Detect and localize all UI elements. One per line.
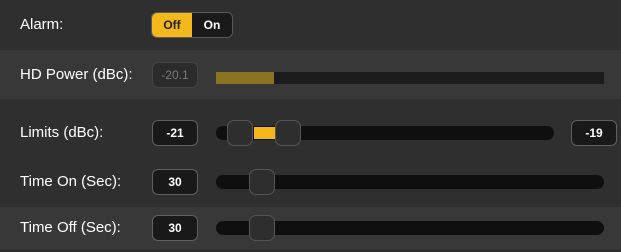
time-off-input[interactable]: 30 [152,215,198,241]
hd-power-alarm-panel: Alarm: Off On HD Power (dBc): -20.1 Limi… [0,0,621,249]
alarm-on-button[interactable]: On [192,13,232,37]
time-on-label: Time On (Sec): [20,173,122,190]
time-off-label: Time Off (Sec): [20,219,121,236]
limits-row: Limits (dBc): -21 -19 [0,108,621,157]
alarm-label: Alarm: [20,16,64,33]
time-on-slider-handle[interactable] [249,169,275,195]
hd-power-label: HD Power (dBc): [20,66,133,83]
hd-power-row: HD Power (dBc): -20.1 [0,50,621,99]
hd-power-meter [216,72,604,84]
limits-high-input[interactable]: -19 [571,120,617,146]
alarm-row: Alarm: Off On [0,0,621,49]
limits-range-fill [254,127,276,139]
alarm-off-button[interactable]: Off [152,13,192,37]
limits-high-handle[interactable] [275,120,301,146]
hd-power-value: -20.1 [152,62,198,88]
alarm-toggle[interactable]: Off On [151,12,233,38]
time-off-row: Time Off (Sec): 30 [0,207,621,249]
limits-label: Limits (dBc): [20,124,104,141]
hd-power-meter-fill [216,72,275,84]
time-on-input[interactable]: 30 [152,169,198,195]
limits-low-input[interactable]: -21 [152,120,198,146]
time-off-slider-handle[interactable] [249,215,275,241]
time-on-row: Time On (Sec): 30 [0,157,621,206]
limits-low-handle[interactable] [227,120,253,146]
